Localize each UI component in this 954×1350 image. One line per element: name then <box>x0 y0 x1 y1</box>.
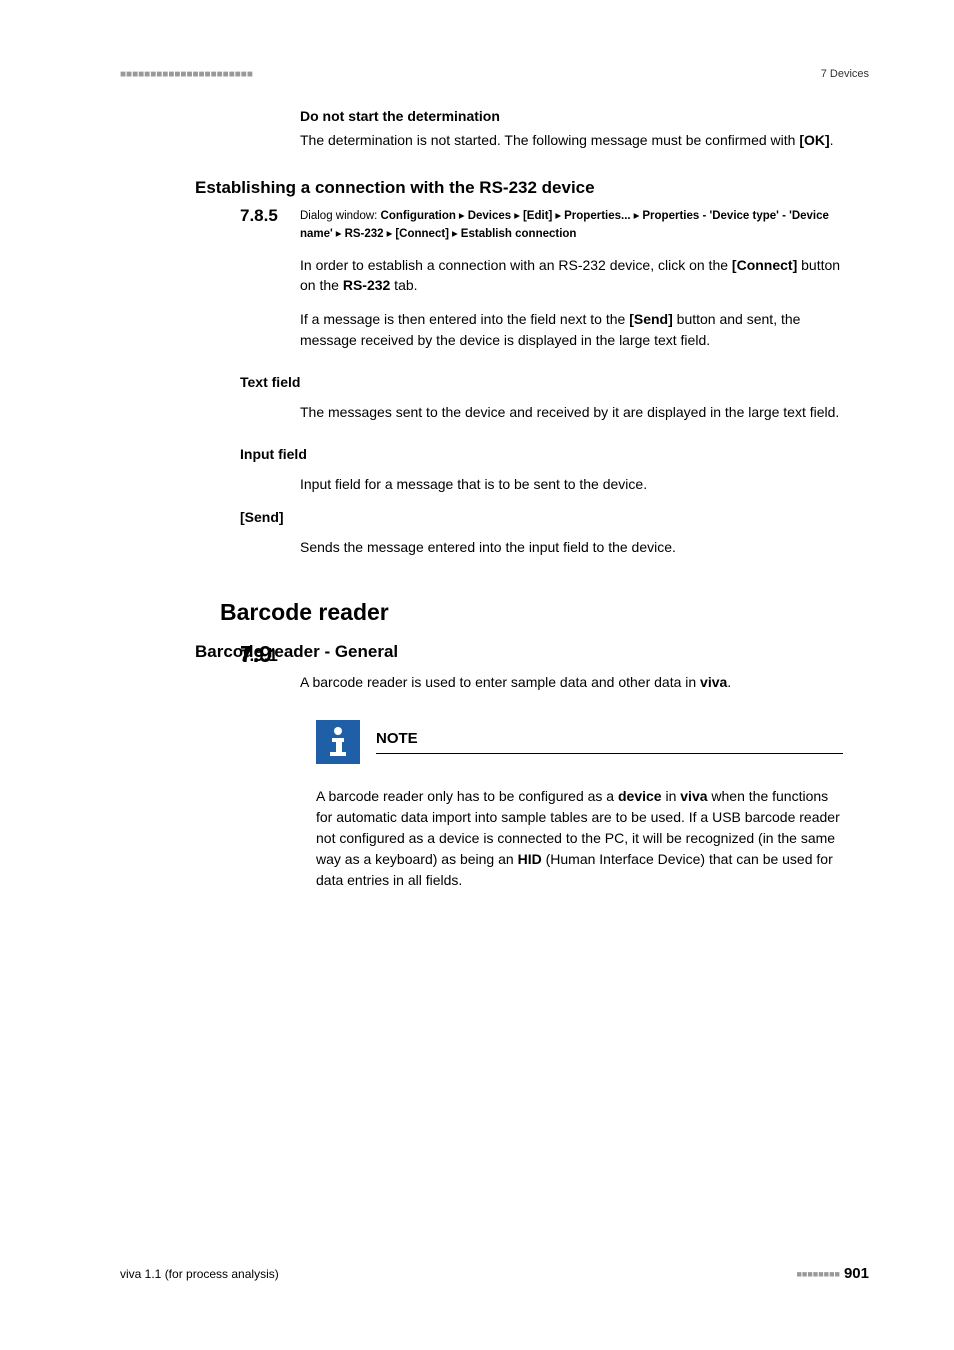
s791-pc: . <box>727 674 731 690</box>
dialog-p4: Properties... <box>564 210 630 222</box>
input-field-label: Input field <box>240 446 307 462</box>
s785-p2a: If a message is then entered into the fi… <box>300 311 629 327</box>
s785-para2: If a message is then entered into the fi… <box>300 309 859 350</box>
s791-para: A barcode reader is used to enter sample… <box>300 672 859 692</box>
note-t2: device <box>618 788 662 804</box>
s785-para1: In order to establish a connection with … <box>300 255 859 296</box>
input-field-desc: Input field for a message that is to be … <box>300 446 859 494</box>
intro-heading: Do not start the determination <box>300 108 859 124</box>
header-chapter: 7 Devices <box>821 68 869 80</box>
intro-text-a: The determination is not started. The fo… <box>300 132 799 148</box>
s785-p1e: tab. <box>390 277 417 293</box>
arrow-icon: ▸ <box>634 210 640 222</box>
send-label: [Send] <box>240 509 284 525</box>
dialog-prefix: Dialog window: <box>300 210 381 222</box>
arrow-icon: ▸ <box>459 210 465 222</box>
s785-p2b: [Send] <box>629 311 673 327</box>
section-number-791: 7.9.1 <box>240 646 278 666</box>
dialog-p8: Establish connection <box>461 228 577 240</box>
note-t6: HID <box>518 851 542 867</box>
arrow-icon: ▸ <box>452 228 458 240</box>
section-title-79: Barcode reader <box>220 599 869 626</box>
page-footer: viva 1.1 (for process analysis) ■■■■■■■■… <box>120 1265 869 1282</box>
text-field-desc: The messages sent to the device and rece… <box>300 374 859 422</box>
section-number-785: 7.8.5 <box>240 206 278 226</box>
note-t4: viva <box>680 788 707 804</box>
send-desc: Sends the message entered into the input… <box>300 509 859 557</box>
footer-dashes: ■■■■■■■■ <box>796 1269 840 1279</box>
s785-p1a: In order to establish a connection with … <box>300 257 732 273</box>
info-icon <box>316 720 360 764</box>
section-title-791: Barcode reader - General <box>195 642 869 662</box>
arrow-icon: ▸ <box>387 228 393 240</box>
dialog-path: Dialog window: Configuration▸Devices▸[Ed… <box>300 208 859 243</box>
s785-p1b: [Connect] <box>732 257 797 273</box>
text-field-label: Text field <box>240 374 300 390</box>
arrow-icon: ▸ <box>555 210 561 222</box>
dialog-p6: RS-232 <box>345 228 384 240</box>
page-header: ■■■■■■■■■■■■■■■■■■■■■■ 7 Devices <box>120 68 869 80</box>
header-left-pattern: ■■■■■■■■■■■■■■■■■■■■■■ <box>120 69 253 80</box>
dialog-p3: [Edit] <box>523 210 552 222</box>
intro-text: The determination is not started. The fo… <box>300 130 859 150</box>
arrow-icon: ▸ <box>336 228 342 240</box>
s791-pa: A barcode reader is used to enter sample… <box>300 674 700 690</box>
s791-pb: viva <box>700 674 727 690</box>
s785-p1d: RS-232 <box>343 277 390 293</box>
intro-text-b: . <box>830 132 834 148</box>
intro-ok: [OK] <box>799 132 829 148</box>
footer-left: viva 1.1 (for process analysis) <box>120 1267 279 1281</box>
note-t3: in <box>662 788 681 804</box>
note-text: A barcode reader only has to be configur… <box>316 786 843 891</box>
arrow-icon: ▸ <box>514 210 520 222</box>
dialog-p1: Configuration <box>381 210 456 222</box>
section-title-785: Establishing a connection with the RS-23… <box>195 178 869 198</box>
note-divider <box>376 753 843 754</box>
dialog-p2: Devices <box>468 210 511 222</box>
note-box: NOTE A barcode reader only has to be con… <box>300 706 859 909</box>
page-number: 901 <box>844 1265 869 1282</box>
note-title: NOTE <box>376 730 843 751</box>
dialog-p7: [Connect] <box>395 228 449 240</box>
note-t1: A barcode reader only has to be configur… <box>316 788 618 804</box>
